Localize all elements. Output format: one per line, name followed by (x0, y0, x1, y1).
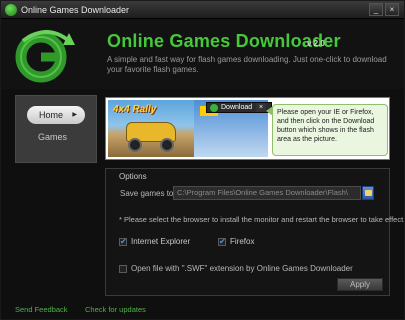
save-path-label: Save games to: (120, 189, 176, 198)
sidebar-item-label: Home (39, 110, 64, 120)
app-title: Online Games Downloader (107, 31, 341, 51)
header: Online Games Downloader v 2.0 A simple a… (1, 19, 404, 89)
app-icon (5, 4, 17, 16)
title-bar[interactable]: Online Games Downloader _ × (1, 1, 404, 19)
minimize-button[interactable]: _ (369, 3, 383, 16)
options-legend: Options (119, 172, 147, 181)
window-title: Online Games Downloader (21, 5, 130, 15)
folder-icon (365, 190, 372, 196)
check-updates-link[interactable]: Check for updates (85, 305, 146, 314)
close-button[interactable]: × (385, 3, 399, 16)
firefox-checkbox[interactable] (218, 237, 226, 246)
instruction-tip: Please open your IE or Firefox, and then… (272, 104, 388, 156)
send-feedback-link[interactable]: Send Feedback (15, 305, 68, 314)
sidebar-item-games[interactable]: Games (38, 132, 67, 142)
wheel-image (160, 138, 174, 152)
close-icon: × (256, 103, 266, 112)
sidebar: Home ▶ Games (15, 95, 97, 163)
download-icon (210, 104, 218, 112)
browse-folder-button[interactable] (362, 186, 374, 200)
triangle-right-icon: ▶ (72, 112, 77, 118)
ie-checkbox[interactable] (119, 237, 127, 246)
wheel-image (128, 138, 142, 152)
app-description: A simple and fast way for flash games do… (107, 55, 387, 74)
game-title: 4x4 Rally (113, 104, 157, 115)
app-version: v 2.0 (307, 39, 325, 48)
ie-label: Internet Explorer (131, 237, 191, 246)
instruction-banner: 4x4 Rally Download × Please open your IE… (105, 97, 390, 160)
browser-notice: * Please select the browser to install t… (119, 215, 405, 224)
firefox-label: Firefox (230, 237, 255, 246)
save-path-field[interactable]: C:\Program Files\Online Games Downloader… (173, 186, 361, 200)
app-window: Online Games Downloader _ × Online Games… (0, 0, 405, 320)
swf-association-checkbox[interactable] (119, 265, 127, 273)
sidebar-item-home[interactable]: Home ▶ (27, 106, 85, 124)
apply-button[interactable]: Apply (337, 278, 383, 291)
green-g-arrow-logo-icon (15, 30, 75, 83)
download-label: Download (221, 104, 253, 111)
swf-association-label: Open file with ".SWF" extension by Onlin… (131, 264, 353, 273)
game-screenshot: 4x4 Rally (108, 100, 194, 157)
